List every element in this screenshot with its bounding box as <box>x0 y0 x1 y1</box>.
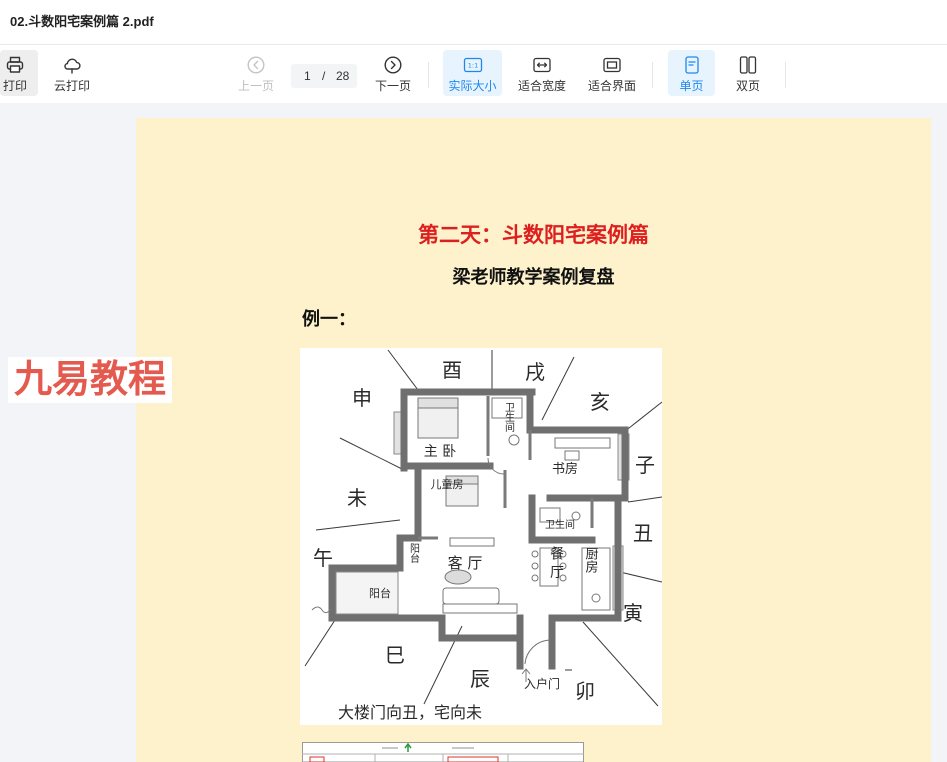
double-page-button[interactable]: 双页 <box>725 50 771 96</box>
fit-page-label: 适合界面 <box>587 79 636 93</box>
toolbar-divider <box>785 62 786 88</box>
prev-page-button[interactable]: 上一页 <box>233 50 279 96</box>
direction-label: 辰 <box>470 667 490 691</box>
circle-chevron-left-icon <box>246 55 266 75</box>
direction-label: 丑 <box>633 521 653 545</box>
fit-page-button[interactable]: 适合界面 <box>585 50 639 96</box>
direction-label: 亥 <box>590 390 610 414</box>
room-label: 书房 <box>552 461 578 477</box>
title-bar: 02.斗数阳宅案例篇 2.pdf <box>0 0 947 45</box>
toolbar-divider <box>428 62 429 88</box>
room-label: 卫生间 <box>503 402 515 433</box>
floorplan-drawing: 酉 戌 亥 申 子 未 丑 午 寅 巳 辰 卯 主 卧 卫生间 书房 儿童房 卫… <box>300 348 662 725</box>
floorplan-caption: 大楼门向丑，宅向未 <box>338 703 482 722</box>
page-subheading: 梁老师教学案例复盘 <box>452 267 615 287</box>
actual-size-icon-text: 1:1 <box>467 62 477 70</box>
double-page-label: 双页 <box>735 79 760 93</box>
room-label: 阳台 <box>369 586 391 600</box>
toolbar-divider <box>652 62 653 88</box>
prev-page-label: 上一页 <box>237 79 274 93</box>
actual-size-icon: 1:1 <box>463 55 483 75</box>
fit-width-icon <box>532 55 552 75</box>
direction-label: 巳 <box>385 643 405 667</box>
circle-chevron-right-icon <box>383 55 403 75</box>
single-page-label: 单页 <box>679 79 704 93</box>
page-heading: 第二天：斗数阳宅案例篇 <box>418 223 649 247</box>
direction-label: 卯 <box>575 679 595 703</box>
next-page-label: 下一页 <box>374 79 411 93</box>
room-label: 主 卧 <box>424 444 456 460</box>
page-separator: / <box>322 69 326 83</box>
single-page-icon <box>682 55 702 75</box>
watermark-text: 九易教程 <box>8 357 172 403</box>
example-label: 例一： <box>302 309 356 329</box>
print-button[interactable]: 打印 <box>0 50 38 96</box>
document-title: 02.斗数阳宅案例篇 2.pdf <box>10 14 154 29</box>
room-label: 入户门 <box>524 676 560 691</box>
direction-label: 子 <box>635 453 655 477</box>
single-page-button[interactable]: 单页 <box>668 50 715 96</box>
table-image-preview <box>302 742 584 762</box>
cloud-print-button[interactable]: 云打印 <box>49 50 95 96</box>
room-label: 卫生间 <box>545 518 575 531</box>
actual-size-button[interactable]: 1:1 实际大小 <box>443 50 502 96</box>
actual-size-label: 实际大小 <box>448 79 497 93</box>
total-pages: 28 <box>336 69 350 83</box>
next-page-button[interactable]: 下一页 <box>370 50 416 96</box>
document-viewer[interactable]: 第二天：斗数阳宅案例篇 梁老师教学案例复盘 例一： 酉 戌 亥 申 子 未 丑 … <box>0 103 947 762</box>
pdf-page: 第二天：斗数阳宅案例篇 梁老师教学案例复盘 例一： 酉 戌 亥 申 子 未 丑 … <box>136 118 931 762</box>
printer-icon <box>5 55 25 75</box>
room-label: 阳台 <box>408 543 420 564</box>
direction-label: 申 <box>352 386 372 410</box>
fit-page-icon <box>602 55 622 75</box>
current-page[interactable]: 1 <box>304 69 311 83</box>
room-label: 儿童房 <box>431 477 464 491</box>
viewer-toolbar: 打印 云打印 上一页 1 / 28 下一页 1:1 实际大小 适合宽度 适合界面… <box>0 45 947 103</box>
fit-width-button[interactable]: 适合宽度 <box>515 50 569 96</box>
floorplan-image: 酉 戌 亥 申 子 未 丑 午 寅 巳 辰 卯 主 卧 卫生间 书房 儿童房 卫… <box>300 348 662 725</box>
direction-label: 午 <box>313 546 333 570</box>
cloud-icon <box>62 55 82 75</box>
direction-label: 寅 <box>623 601 643 625</box>
room-label: 客 厅 <box>448 554 483 572</box>
page-number-input[interactable]: 1 / 28 <box>291 64 357 88</box>
room-label: 厨房 <box>583 547 599 573</box>
print-label: 打印 <box>2 79 27 93</box>
direction-label: 未 <box>347 486 367 510</box>
fit-width-label: 适合宽度 <box>517 79 566 93</box>
double-page-icon <box>738 55 758 75</box>
direction-label: 酉 <box>442 358 462 382</box>
cloud-print-label: 云打印 <box>53 79 90 93</box>
room-label: 餐 厅 <box>548 546 564 579</box>
direction-label: 戌 <box>525 360 545 384</box>
